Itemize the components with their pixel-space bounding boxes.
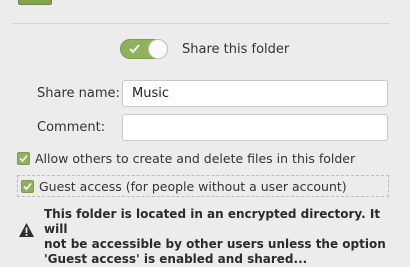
- guest-access-label: Guest access (for people without a user …: [39, 178, 347, 194]
- divider: [12, 23, 390, 24]
- check-icon: [129, 44, 140, 54]
- warning-line-3: 'Guest access' is enabled and shared...: [44, 252, 308, 266]
- guest-access-option[interactable]: Guest access (for people without a user …: [17, 175, 389, 197]
- top-button[interactable]: [18, 0, 52, 5]
- comment-input[interactable]: [122, 114, 388, 141]
- share-name-label: Share name:: [37, 86, 120, 101]
- guest-access-checkbox[interactable]: [21, 179, 34, 193]
- allow-others-label: Allow others to create and delete files …: [35, 150, 356, 166]
- warning-triangle-icon: [19, 223, 34, 237]
- share-toggle-label: Share this folder: [182, 41, 290, 57]
- encrypted-folder-warning: This folder is located in an encrypted d…: [44, 207, 394, 267]
- toggle-knob: [148, 39, 168, 59]
- warning-line-1: This folder is located in an encrypted d…: [44, 207, 381, 236]
- allow-others-checkbox[interactable]: [17, 151, 30, 165]
- comment-label: Comment:: [37, 120, 106, 135]
- check-icon: [19, 154, 28, 162]
- share-name-input[interactable]: [122, 80, 388, 107]
- check-icon: [23, 182, 32, 190]
- share-toggle-row: Share this folder: [120, 38, 289, 60]
- share-toggle[interactable]: [120, 39, 168, 59]
- allow-others-option[interactable]: Allow others to create and delete files …: [17, 147, 355, 169]
